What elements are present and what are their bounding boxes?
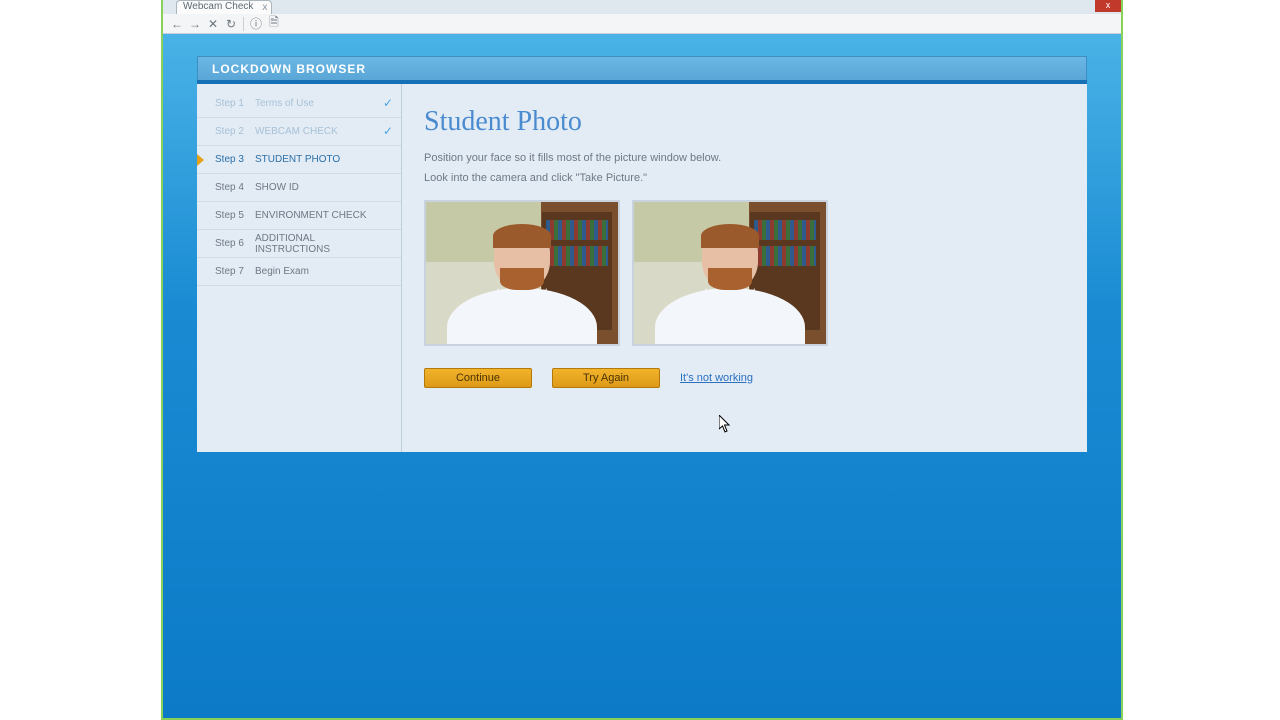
instruction-line-1: Position your face so it fills most of t… bbox=[424, 152, 1059, 164]
check-icon: ✓ bbox=[383, 124, 393, 138]
photo-row bbox=[424, 200, 1059, 346]
step-environment-check[interactable]: Step 5 ENVIRONMENT CHECK bbox=[197, 202, 401, 230]
step-student-photo[interactable]: Step 3 STUDENT PHOTO bbox=[197, 146, 401, 174]
webcam-preview-captured bbox=[632, 200, 828, 346]
stop-button[interactable]: ✕ bbox=[205, 16, 221, 32]
step-number: Step 4 bbox=[215, 182, 255, 193]
site-info-button[interactable]: ⓘ bbox=[248, 16, 264, 32]
toolbar-separator bbox=[243, 17, 244, 31]
app-panel: Step 1 Terms of Use ✓ Step 2 WEBCAM CHEC… bbox=[197, 80, 1087, 452]
main-content: Student Photo Position your face so it f… bbox=[402, 84, 1087, 452]
page-title: Student Photo bbox=[424, 106, 1059, 138]
browser-window: Webcam Check x x ← → ✕ ↻ ⓘ 🗎 LOCKDOWN BR… bbox=[161, 0, 1123, 720]
back-button[interactable]: ← bbox=[169, 16, 185, 32]
step-label: Begin Exam bbox=[255, 266, 377, 277]
step-label: STUDENT PHOTO bbox=[255, 154, 377, 165]
webcam-preview-live bbox=[424, 200, 620, 346]
browser-tab[interactable]: Webcam Check x bbox=[176, 0, 272, 14]
not-working-link[interactable]: It's not working bbox=[680, 372, 753, 384]
app-header: LOCKDOWN BROWSER bbox=[197, 56, 1087, 80]
check-icon: ✓ bbox=[383, 96, 393, 110]
step-additional-instructions[interactable]: Step 6 ADDITIONAL INSTRUCTIONS bbox=[197, 230, 401, 258]
step-number: Step 7 bbox=[215, 266, 255, 277]
step-number: Step 6 bbox=[215, 238, 255, 249]
action-row: Continue Try Again It's not working bbox=[424, 368, 1059, 388]
step-label: ADDITIONAL INSTRUCTIONS bbox=[255, 233, 377, 255]
step-webcam-check[interactable]: Step 2 WEBCAM CHECK ✓ bbox=[197, 118, 401, 146]
try-again-button[interactable]: Try Again bbox=[552, 368, 660, 388]
step-label: SHOW ID bbox=[255, 182, 377, 193]
tab-close-icon[interactable]: x bbox=[262, 2, 267, 14]
forward-button[interactable]: → bbox=[187, 16, 203, 32]
tab-title: Webcam Check bbox=[183, 1, 253, 12]
viewport: Webcam Check x x ← → ✕ ↻ ⓘ 🗎 LOCKDOWN BR… bbox=[0, 0, 1280, 720]
step-label: Terms of Use bbox=[255, 98, 377, 109]
step-number: Step 1 bbox=[215, 98, 255, 109]
app-title: LOCKDOWN BROWSER bbox=[212, 62, 366, 76]
window-close-button[interactable]: x bbox=[1095, 0, 1121, 12]
step-label: WEBCAM CHECK bbox=[255, 126, 377, 137]
continue-button[interactable]: Continue bbox=[424, 368, 532, 388]
step-number: Step 2 bbox=[215, 126, 255, 137]
tab-strip: Webcam Check x x bbox=[163, 0, 1121, 14]
step-number: Step 5 bbox=[215, 210, 255, 221]
instruction-line-2: Look into the camera and click "Take Pic… bbox=[424, 172, 1059, 184]
browser-toolbar: ← → ✕ ↻ ⓘ 🗎 bbox=[163, 14, 1121, 34]
step-number: Step 3 bbox=[215, 154, 255, 165]
steps-sidebar: Step 1 Terms of Use ✓ Step 2 WEBCAM CHEC… bbox=[197, 84, 402, 452]
page-identity-icon: 🗎 bbox=[266, 16, 282, 32]
step-begin-exam[interactable]: Step 7 Begin Exam bbox=[197, 258, 401, 286]
reload-button[interactable]: ↻ bbox=[223, 16, 239, 32]
step-label: ENVIRONMENT CHECK bbox=[255, 210, 377, 221]
mouse-cursor-icon bbox=[719, 415, 731, 431]
step-show-id[interactable]: Step 4 SHOW ID bbox=[197, 174, 401, 202]
step-terms-of-use[interactable]: Step 1 Terms of Use ✓ bbox=[197, 90, 401, 118]
page-body: LOCKDOWN BROWSER Step 1 Terms of Use ✓ S… bbox=[163, 34, 1121, 718]
